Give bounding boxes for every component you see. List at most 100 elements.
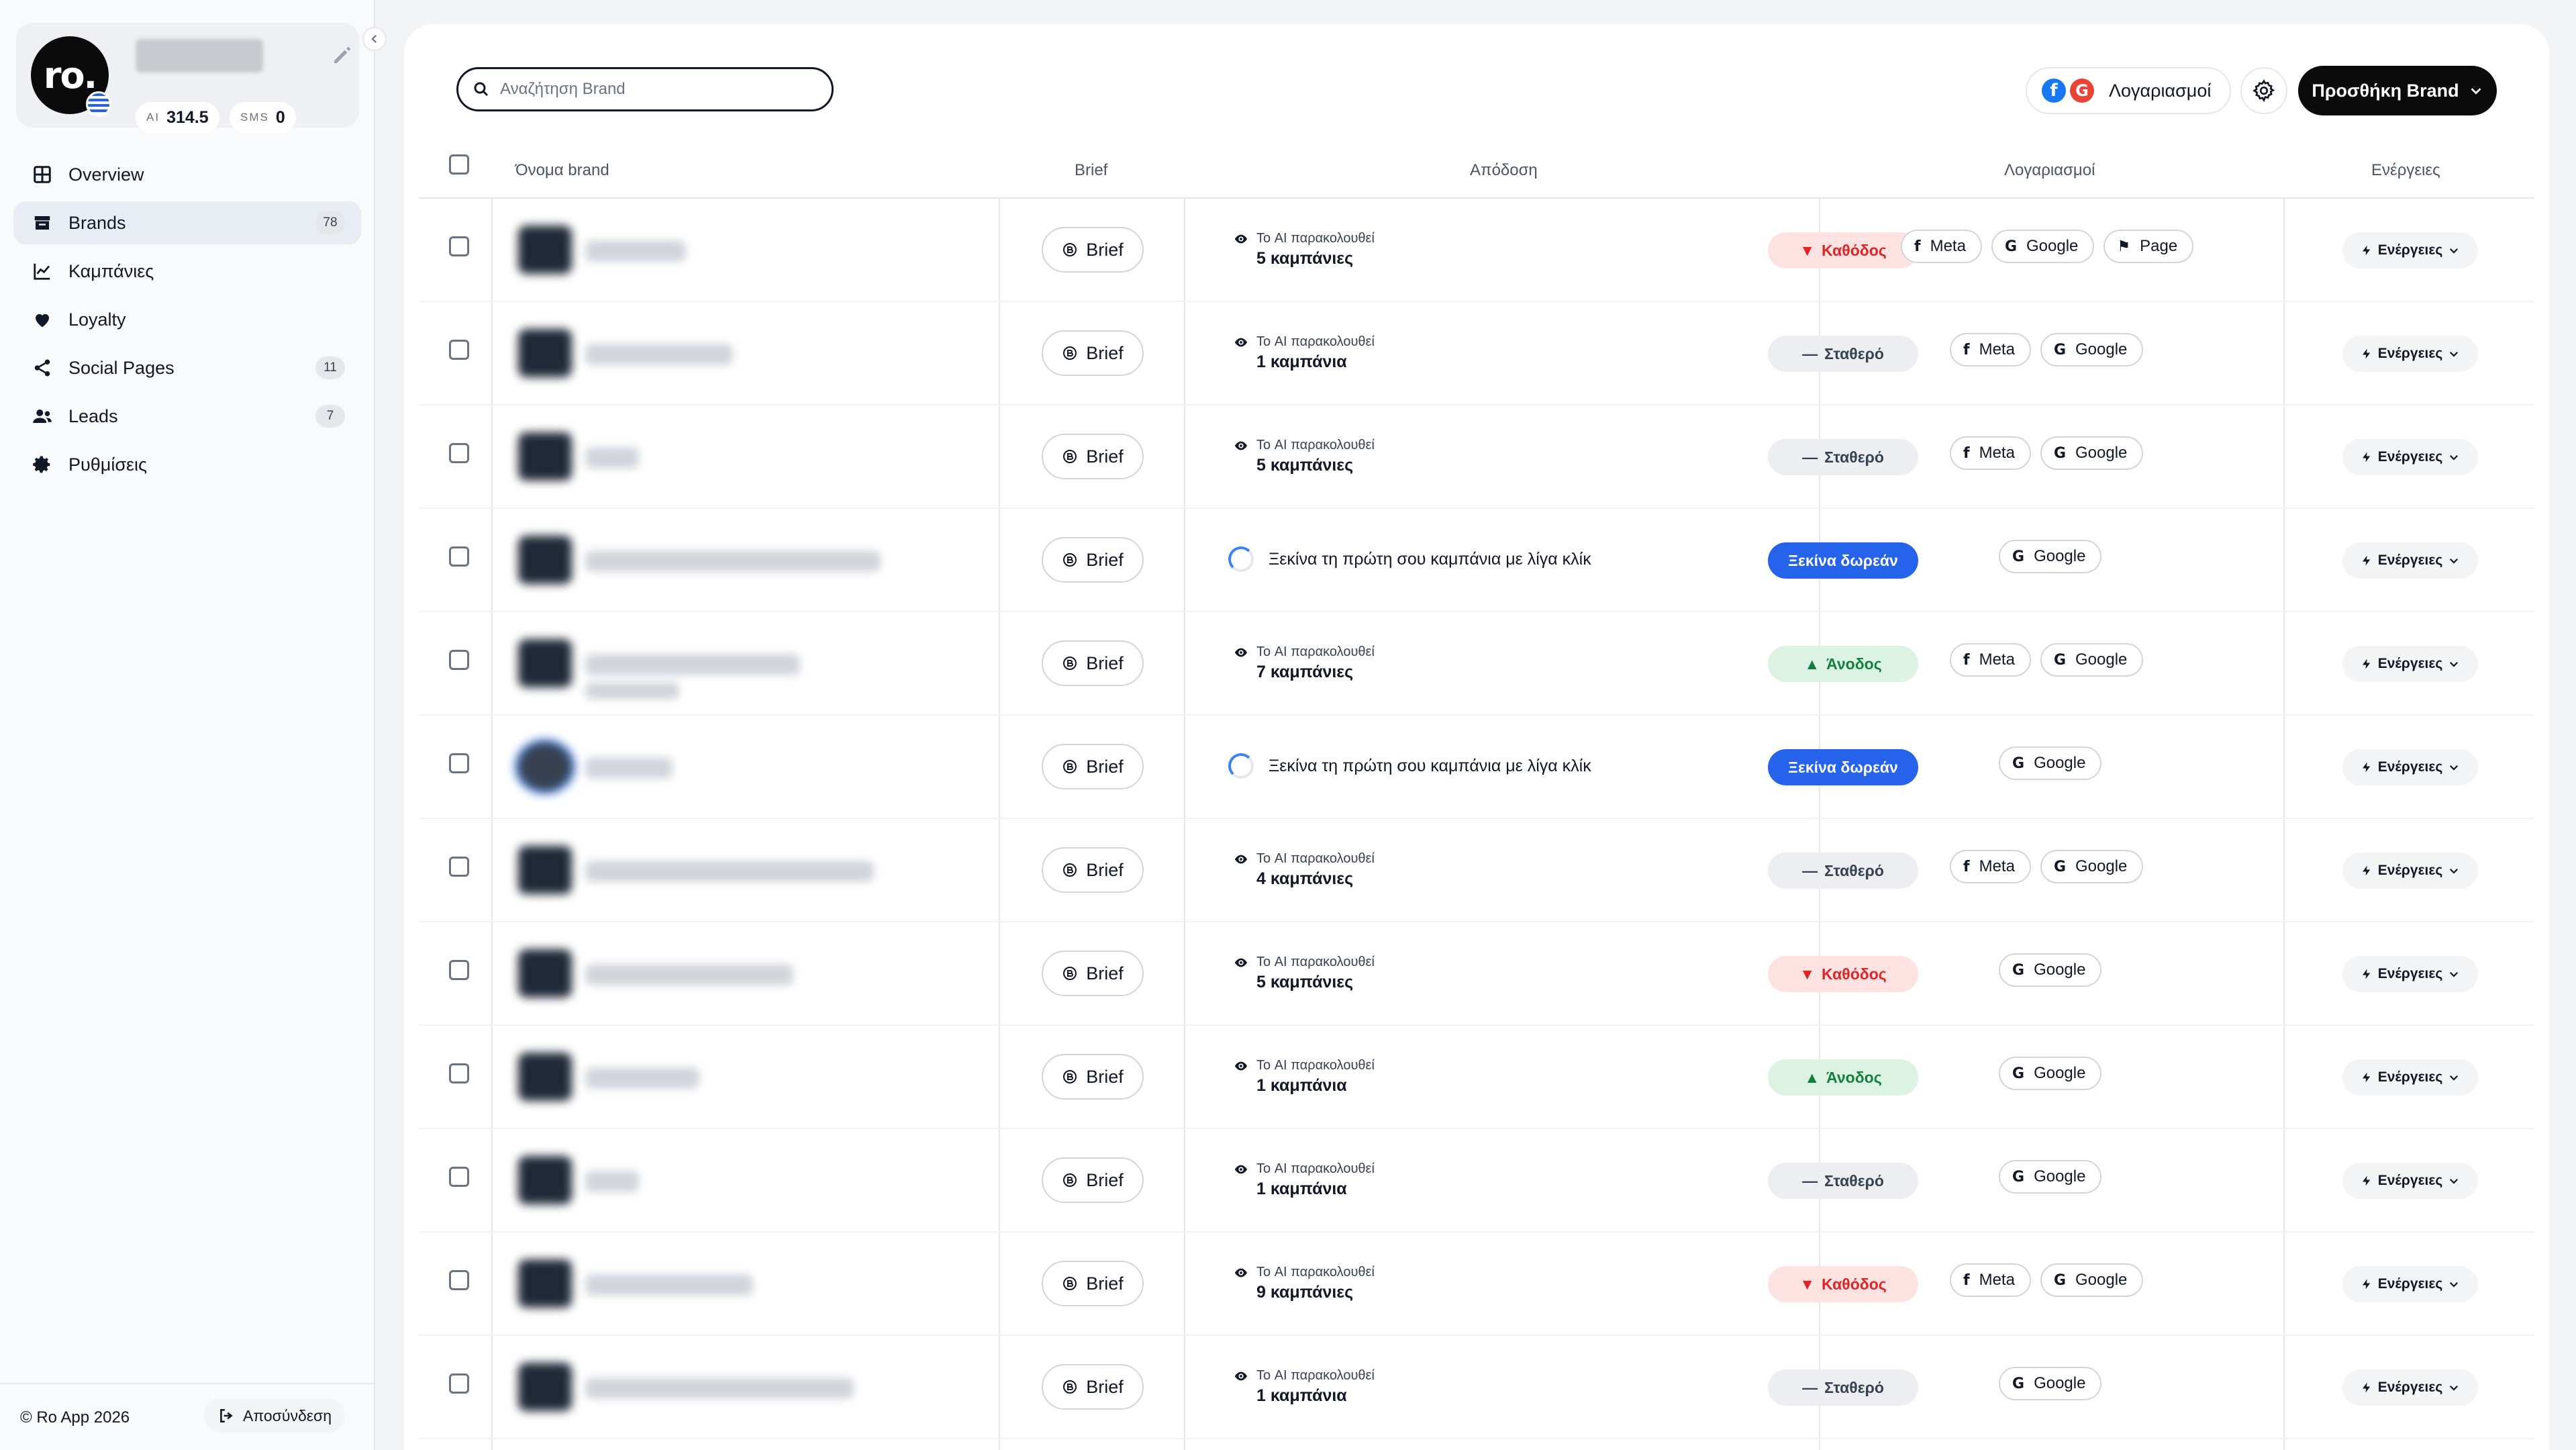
row-checkbox[interactable] [449,960,469,980]
brand-name-redacted[interactable] [585,1067,699,1089]
account-chip-google[interactable]: G Google [2040,850,2144,883]
row-checkbox[interactable] [449,546,469,567]
table-row[interactable]: Brief Το AI παρακολουθεί 9 καμπάνιες ▼ Καθόδ… [419,1232,2534,1336]
table-row[interactable]: Brief Το AI παρακολουθεί 7 καμπάνιες ▲ Άνοδο… [419,612,2534,716]
row-checkbox[interactable] [449,1270,469,1290]
account-chip-meta[interactable]: f Meta [1950,850,2031,883]
row-checkbox[interactable] [449,340,469,360]
logout-button[interactable]: Αποσύνδεση [204,1399,345,1433]
sidebar-item-social-pages[interactable]: Social Pages 11 [13,346,361,389]
actions-dropdown[interactable]: Ενέργειες [2342,1266,2478,1302]
start-free-button[interactable]: Ξεκίνα δωρεάν [1768,542,1918,579]
account-chip-page[interactable]: ⚑ Page [2103,230,2194,263]
search-box[interactable] [456,67,834,111]
account-chip-meta[interactable]: f Meta [1950,436,2031,470]
add-brand-button[interactable]: Προσθήκη Brand [2298,66,2497,115]
account-chip-meta[interactable]: f Meta [1950,1263,2031,1297]
brief-button[interactable]: Brief [1042,1364,1144,1410]
collapse-sidebar-button[interactable] [362,27,387,51]
table-row[interactable]: Brief Ξεκίνα τη πρώτη σου καμπάνια με λίγ… [419,509,2534,612]
row-checkbox[interactable] [449,753,469,773]
brand-name-redacted[interactable] [585,1378,854,1399]
sidebar-item-leads[interactable]: Leads 7 [13,395,361,438]
table-row[interactable]: Brief Το AI παρακολουθεί 5 καμπάνιες ▼ Καθόδ… [419,922,2534,1026]
sidebar-item-campaigns[interactable]: Καμπάνιες [13,250,361,293]
brief-button[interactable]: Brief [1042,330,1144,376]
column-header-performance[interactable]: Απόδοση [1470,161,1538,180]
brand-name-redacted[interactable] [585,447,639,469]
actions-dropdown[interactable]: Ενέργειες [2342,1059,2478,1096]
table-row[interactable]: Brief Το AI παρακολουθεί 5 καμπάνιες ▼ Καθόδ… [419,199,2534,302]
settings-button[interactable] [2240,67,2287,114]
column-header-name[interactable]: Όνομα brand [515,161,609,180]
sidebar-item-overview[interactable]: Overview [13,153,361,196]
brand-name-redacted[interactable] [585,964,793,985]
brand-name-redacted[interactable] [585,1274,753,1296]
brand-name-redacted[interactable] [585,344,733,365]
actions-dropdown[interactable]: Ενέργειες [2342,1163,2478,1199]
account-chip-meta[interactable]: f Meta [1950,333,2031,367]
account-chip-google[interactable]: G Google [1999,746,2102,780]
table-row[interactable]: Brief Το AI παρακολουθεί 1 καμπάνια ▲ Άνοδος… [419,1026,2534,1129]
row-checkbox[interactable] [449,1063,469,1083]
actions-dropdown[interactable]: Ενέργειες [2342,1369,2478,1406]
row-checkbox[interactable] [449,236,469,256]
sidebar-item-settings[interactable]: Ρυθμίσεις [13,443,361,486]
table-row[interactable]: Brief Το AI παρακολουθεί 1 καμπάνια — Σταθερ… [419,1336,2534,1439]
account-chip-google[interactable]: G Google [2040,436,2144,470]
account-chip-google[interactable]: G Google [1991,230,2095,263]
account-chip-google[interactable]: G Google [1999,953,2102,987]
brand-name-redacted[interactable] [585,1171,639,1192]
actions-dropdown[interactable]: Ενέργειες [2342,232,2478,269]
brief-button[interactable]: Brief [1042,744,1144,789]
row-checkbox[interactable] [449,1373,469,1394]
row-checkbox[interactable] [449,443,469,463]
search-input[interactable] [500,80,809,99]
brief-button[interactable]: Brief [1042,951,1144,996]
actions-dropdown[interactable]: Ενέργειες [2342,956,2478,992]
start-free-button[interactable]: Ξεκίνα δωρεάν [1768,749,1918,785]
account-chip-google[interactable]: G Google [2040,333,2144,367]
table-row[interactable]: Brief Το AI παρακολουθεί 4 καμπάνιες — Σταθε… [419,819,2534,922]
table-row[interactable]: Brief Το AI παρακολουθεί 1 καμπάνια — Σταθερ… [419,1129,2534,1232]
brief-button[interactable]: Brief [1042,1157,1144,1203]
account-chip-google[interactable]: G Google [1999,1160,2102,1194]
account-chip-google[interactable]: G Google [2040,1263,2144,1297]
brief-button[interactable]: Brief [1042,1261,1144,1306]
profile-card[interactable]: ro. AI 314.5 SMS 0 [16,23,359,133]
actions-dropdown[interactable]: Ενέργειες [2342,336,2478,372]
table-row[interactable]: Brief Ξεκίνα τη πρώτη σου καμπάνια με λίγ… [419,716,2534,819]
brief-button[interactable]: Brief [1042,434,1144,479]
row-checkbox[interactable] [449,1167,469,1187]
brand-name-redacted[interactable] [585,550,881,572]
brand-name-redacted[interactable] [585,654,800,675]
brief-button[interactable]: Brief [1042,537,1144,583]
table-row[interactable]: Brief Το AI παρακολουθεί 1 καμπάνια — Σταθερ… [419,302,2534,405]
sidebar-item-brands[interactable]: Brands 78 [13,201,361,244]
sidebar-item-loyalty[interactable]: Loyalty [13,298,361,341]
account-chip-google[interactable]: G Google [2040,643,2144,677]
row-checkbox[interactable] [449,650,469,670]
actions-dropdown[interactable]: Ενέργειες [2342,646,2478,682]
brief-button[interactable]: Brief [1042,1054,1144,1100]
actions-dropdown[interactable]: Ενέργειες [2342,542,2478,579]
pencil-icon[interactable] [330,43,354,67]
select-all-checkbox[interactable] [449,154,469,175]
brief-button[interactable]: Brief [1042,640,1144,686]
brand-name-redacted[interactable] [585,861,874,882]
brand-name-redacted[interactable] [585,757,673,779]
account-chip-google[interactable]: G Google [1999,1367,2102,1400]
table-row[interactable]: Brief Το AI παρακολουθεί 5 καμπάνιες — Σταθε… [419,405,2534,509]
accounts-button[interactable]: f G Λογαριασμοί [2026,67,2232,114]
account-chip-meta[interactable]: f Meta [1950,643,2031,677]
brand-name-redacted[interactable] [585,240,686,262]
actions-dropdown[interactable]: Ενέργειες [2342,439,2478,475]
account-chip-meta[interactable]: f Meta [1901,230,1982,263]
brief-button[interactable]: Brief [1042,227,1144,273]
actions-dropdown[interactable]: Ενέργειες [2342,749,2478,785]
account-chip-google[interactable]: G Google [1999,540,2102,573]
actions-dropdown[interactable]: Ενέργειες [2342,853,2478,889]
row-checkbox[interactable] [449,857,469,877]
brief-button[interactable]: Brief [1042,847,1144,893]
account-chip-google[interactable]: G Google [1999,1057,2102,1090]
